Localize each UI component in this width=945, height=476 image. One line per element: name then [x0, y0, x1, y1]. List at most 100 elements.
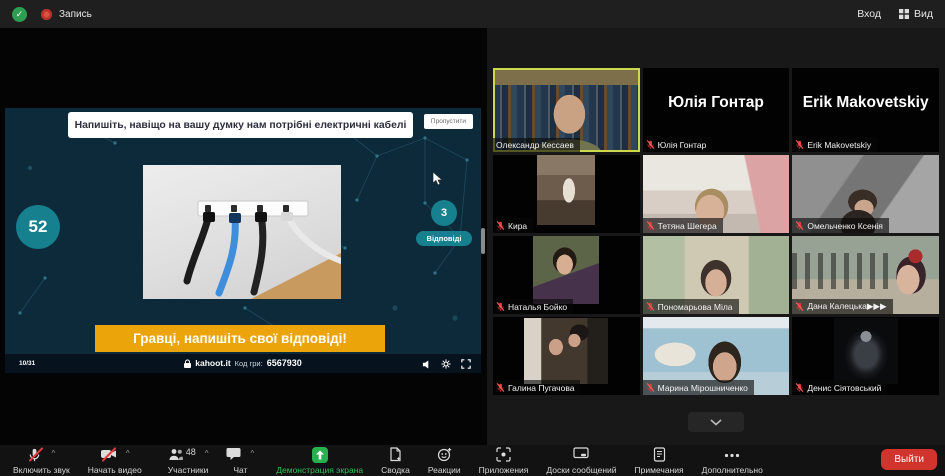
view-button[interactable]: Вид	[899, 8, 933, 20]
muted-mic-icon	[796, 383, 804, 392]
participant-avatar	[533, 236, 600, 305]
participant-tile-kessaev[interactable]: Олександр Кессаев	[493, 68, 640, 152]
participant-name: Erik Makovetskiy	[792, 137, 878, 152]
participant-avatar	[833, 318, 898, 385]
answers-count: 3	[431, 200, 457, 226]
unmute-button[interactable]: ^ Включить звук	[4, 447, 79, 475]
answers-widget: 3 Відповіді	[411, 200, 477, 246]
slide-image-cables	[143, 165, 344, 299]
start-video-button[interactable]: ^ Начать видео	[79, 447, 151, 475]
security-shield-icon[interactable]: ✓	[12, 6, 27, 22]
notes-button[interactable]: Примечания	[626, 447, 693, 475]
participant-big-name: Юлія Гонтар	[668, 94, 764, 111]
participants-caret[interactable]: ^	[205, 449, 209, 458]
participant-name: Пономарьова Міла	[642, 299, 739, 314]
participant-tile-puhachova[interactable]: Галина Пугачова	[493, 317, 640, 395]
toolbar-label: Доски сообщений	[546, 465, 617, 475]
muted-mic-icon	[496, 383, 505, 392]
fullscreen-icon[interactable]	[461, 359, 471, 369]
summary-icon	[390, 447, 401, 462]
scrollbar-thumb[interactable]	[481, 228, 485, 254]
leave-meeting-button[interactable]: Выйти	[881, 449, 937, 470]
toolbar-label: Включить звук	[13, 465, 70, 475]
participant-tile-boiko[interactable]: Наталья Бойко	[493, 236, 640, 314]
more-ellipsis-icon	[725, 453, 740, 458]
game-pin: 6567930	[266, 358, 302, 368]
participant-tile-siiatovskyi[interactable]: Денис Сіятовський	[792, 317, 939, 395]
login-button[interactable]: Вход	[857, 8, 881, 20]
muted-mic-icon	[646, 302, 654, 311]
participants-button[interactable]: 48 ^ Участники	[159, 447, 218, 475]
chat-caret[interactable]: ^	[250, 449, 254, 458]
grid-icon	[899, 9, 909, 19]
toolbar-label: Чат	[233, 465, 248, 475]
participant-name: Юлія Гонтар	[642, 137, 713, 152]
participant-name: Галина Пугачова	[493, 380, 581, 395]
participant-name: Тетяна Шегера	[642, 218, 723, 233]
audio-options-caret[interactable]: ^	[51, 449, 55, 458]
toolbar-label: Участники	[167, 465, 209, 475]
muted-mic-icon	[796, 221, 804, 230]
participant-video-thumb	[537, 155, 596, 226]
game-pin-label: Код гри:	[234, 358, 263, 368]
main-area: Напишіть, навіщо на вашу думку нам потрі…	[0, 28, 945, 445]
participant-name: Кира	[493, 218, 534, 233]
answers-label: Відповіді	[416, 231, 472, 246]
participants-icon	[169, 449, 183, 460]
participant-tile-ponomarova[interactable]: Пономарьова Міла	[642, 236, 790, 314]
participant-tile-kira[interactable]: Кира	[493, 155, 640, 233]
participant-name: Денис Сіятовський	[792, 380, 888, 395]
question-box: Напишіть, навіщо на вашу думку нам потрі…	[68, 112, 413, 138]
participant-tile-miroshnychenko[interactable]: Марина Мірошниченко	[642, 317, 790, 395]
instruction-banner: Гравці, напишіть свої відповіді!	[95, 325, 385, 352]
participant-tile-kaletska[interactable]: Дана Калецька▶▶▶	[792, 236, 939, 314]
kahoot-slide: Напишіть, навіщо на вашу думку нам потрі…	[5, 108, 481, 373]
kahoot-bottom-bar: 10/31 kahoot.it Код гри: 6567930	[5, 354, 481, 373]
screen-share-button[interactable]: Демонстрация экрана	[267, 447, 372, 475]
participant-tile-gontar[interactable]: Юлія Гонтар Юлія Гонтар	[642, 68, 790, 152]
participant-name: Омельченко Ксенія	[792, 218, 889, 233]
whiteboards-button[interactable]: Доски сообщений	[537, 447, 625, 475]
apps-button[interactable]: Приложения	[470, 447, 538, 475]
skip-button[interactable]: Пропустити	[423, 114, 473, 129]
screen-share-icon	[311, 447, 328, 463]
reactions-icon	[437, 448, 451, 462]
participant-avatar	[524, 318, 609, 385]
notes-icon	[653, 447, 665, 462]
volume-icon[interactable]	[422, 359, 431, 369]
participant-name: Наталья Бойко	[493, 299, 574, 314]
mouse-cursor	[433, 172, 443, 186]
meeting-toolbar: ^ Включить звук ^ Начать видео 48 ^ Учас…	[0, 445, 945, 476]
whiteboard-icon	[573, 447, 590, 459]
chat-button[interactable]: ^ Чат	[217, 447, 263, 475]
muted-mic-icon	[796, 302, 804, 311]
shared-screen-area: Напишіть, навіщо на вашу думку нам потрі…	[0, 28, 487, 445]
kahoot-site: kahoot.it	[195, 358, 231, 368]
toolbar-label: Реакции	[427, 465, 461, 475]
recording-indicator-icon[interactable]	[41, 8, 52, 20]
reactions-button[interactable]: Реакции	[419, 447, 470, 475]
summary-button[interactable]: Сводка	[372, 447, 419, 475]
chat-icon	[226, 448, 241, 460]
apps-icon	[496, 447, 511, 462]
participant-tile-omelchenko[interactable]: Омельченко Ксенія	[792, 155, 939, 233]
muted-mic-icon	[646, 221, 654, 230]
settings-gear-icon[interactable]	[441, 359, 451, 369]
video-options-caret[interactable]: ^	[126, 449, 130, 458]
participant-tile-shegera[interactable]: Тетяна Шегера	[642, 155, 790, 233]
gallery-scroll-down-button[interactable]	[688, 412, 744, 432]
participant-name: Марина Мірошниченко	[642, 380, 754, 395]
more-button[interactable]: Дополнительно	[693, 447, 772, 475]
muted-mic-icon	[646, 383, 654, 392]
participant-gallery: Олександр Кессаев Юлія Гонтар Юлія Гонта…	[487, 28, 945, 445]
participant-name: Олександр Кессаев	[493, 138, 580, 152]
participant-name: Дана Калецька▶▶▶	[792, 299, 893, 314]
top-bar: ✓ Запись Вход Вид	[0, 0, 945, 28]
toolbar-label: Дополнительно	[701, 465, 763, 475]
lock-icon	[184, 359, 192, 368]
participant-tile-erik[interactable]: Erik Makovetskiy Erik Makovetskiy	[792, 68, 939, 152]
toolbar-label: Примечания	[634, 465, 684, 475]
toolbar-label: Демонстрация экрана	[276, 465, 364, 475]
timer-circle: 52	[16, 205, 60, 249]
toolbar-label: Приложения	[478, 465, 529, 475]
